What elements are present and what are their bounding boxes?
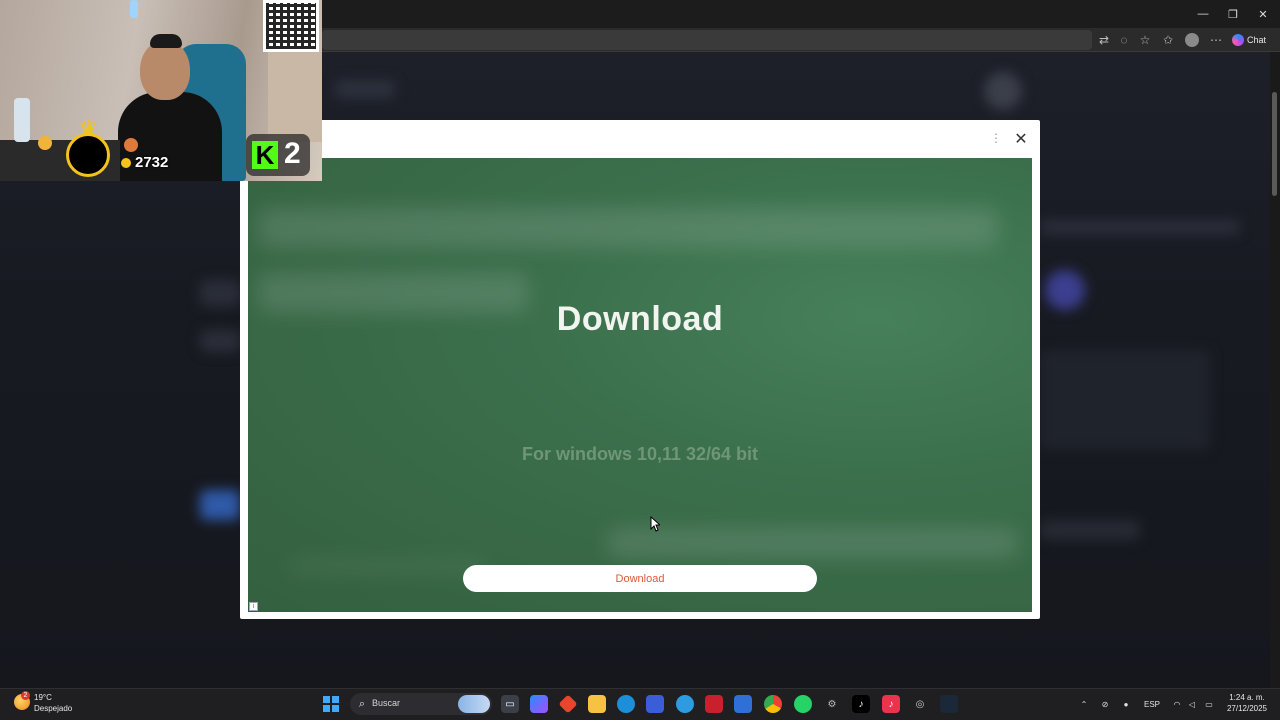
language-indicator[interactable]: ESP (1140, 697, 1164, 711)
viewer-avatar (66, 133, 110, 177)
wall-poster (268, 52, 322, 142)
water-bottle (14, 98, 30, 142)
copilot-chat-button[interactable]: Chat (1232, 31, 1276, 49)
lamp (130, 0, 138, 18)
blurred-avatar (984, 72, 1022, 110)
wifi-icon[interactable]: ◠ (1170, 697, 1184, 711)
tiktok-icon[interactable]: ♪ (852, 695, 870, 713)
volume-icon[interactable]: ◁ (1186, 697, 1198, 711)
blurred-heading (200, 280, 240, 306)
scrollbar-thumb[interactable] (1272, 92, 1277, 196)
ad-title: Download (556, 300, 724, 338)
weather-condition: Despejado (34, 704, 73, 713)
weather-badge: 2 (21, 691, 30, 700)
ad-blurred-headline (258, 208, 998, 248)
mouse-cursor-icon (650, 516, 660, 532)
safari-like-icon[interactable] (676, 695, 694, 713)
translate-icon[interactable]: ⇄ (1094, 30, 1114, 50)
weather-temperature: 19°C (34, 693, 52, 702)
reader-icon[interactable]: ◌ (1114, 30, 1134, 50)
favorites-icon[interactable]: ✩ (1158, 30, 1178, 50)
badge-icon (38, 136, 52, 150)
mcafee-icon[interactable] (705, 695, 723, 713)
ad-blurred-caption (288, 558, 488, 574)
battery-icon[interactable]: ▭ (1202, 697, 1216, 711)
profile-icon[interactable] (1182, 30, 1202, 50)
blurred-footer (1040, 520, 1140, 540)
search-icon: ⌕ (358, 697, 366, 710)
ad-banner[interactable] (248, 158, 1032, 612)
streamer-head (140, 40, 190, 100)
tray-overflow-icon[interactable]: ⌃ (1078, 697, 1090, 711)
start-button[interactable] (323, 696, 339, 712)
blurred-button (200, 490, 240, 520)
file-explorer-icon[interactable] (588, 695, 606, 713)
coin-count: 2732 (135, 154, 169, 171)
ad-info-icon[interactable]: i (249, 602, 258, 611)
blurred-card (1040, 350, 1210, 450)
fox-icon (124, 138, 138, 152)
coin-icon (121, 158, 131, 168)
favorite-star-icon[interactable]: ☆ (1135, 30, 1155, 50)
modal-close-button[interactable]: ✕ (1012, 130, 1030, 148)
copilot-icon (1232, 34, 1244, 46)
clock-time[interactable]: 1:24 a. m. (1222, 693, 1272, 703)
kick-count: 2 (284, 137, 301, 170)
kick-logo-icon: K (252, 140, 278, 170)
clock-date[interactable]: 27/12/2025 (1222, 704, 1272, 714)
search-highlight-art (458, 695, 490, 713)
search-placeholder: Buscar (372, 698, 401, 708)
whatsapp-icon[interactable] (794, 695, 812, 713)
modal-more-icon[interactable]: ⋮ (990, 130, 1002, 146)
ad-download-button[interactable]: Download (463, 565, 817, 592)
close-window-button[interactable]: ✕ (1248, 0, 1278, 28)
blurred-heading-2 (200, 330, 240, 352)
streamer-hair (150, 34, 182, 48)
restore-button[interactable]: ❐ (1218, 0, 1248, 28)
obs-icon[interactable]: ◎ (911, 695, 929, 713)
blurred-text (1040, 220, 1240, 234)
task-view-icon[interactable]: ▭ (501, 695, 519, 713)
minimize-button[interactable]: — (1188, 0, 1218, 28)
chat-label: Chat (1247, 35, 1267, 45)
blurred-logo (1045, 270, 1085, 310)
ad-subtitle: For windows 10,11 32/64 bit (521, 444, 759, 464)
more-icon[interactable]: ⋯ (1206, 30, 1226, 50)
address-bar[interactable] (322, 30, 1092, 50)
settings-gear-icon[interactable]: ⚙ (823, 695, 841, 713)
qr-code (263, 0, 319, 52)
blurred-nav (335, 80, 395, 98)
copilot-app-icon[interactable] (530, 695, 548, 713)
tiktok-studio-icon[interactable]: ♪ (882, 695, 900, 713)
store-icon[interactable] (646, 695, 664, 713)
microphone-icon[interactable]: ● (1120, 697, 1132, 711)
edge-browser-icon[interactable] (617, 695, 635, 713)
network-off-icon[interactable]: ⊘ (1098, 697, 1112, 711)
chrome-icon[interactable] (764, 695, 782, 713)
mail-icon[interactable] (734, 695, 752, 713)
steam-icon[interactable] (940, 695, 958, 713)
ad-blurred-text (608, 528, 1018, 558)
